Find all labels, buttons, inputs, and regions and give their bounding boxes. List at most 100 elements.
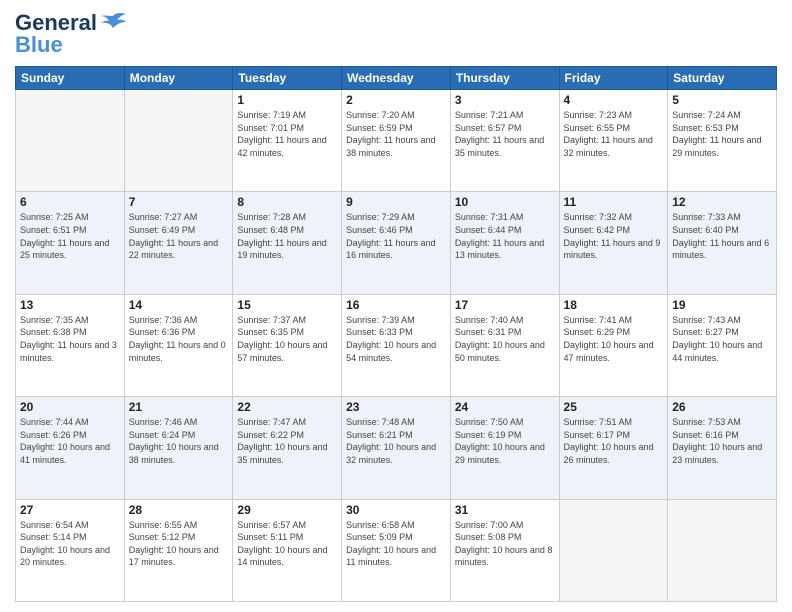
calendar-cell: 20 Sunrise: 7:44 AM Sunset: 6:26 PM Dayl… <box>16 397 125 499</box>
calendar-cell: 26 Sunrise: 7:53 AM Sunset: 6:16 PM Dayl… <box>668 397 777 499</box>
day-number: 29 <box>237 503 337 517</box>
day-detail: Sunrise: 7:21 AM Sunset: 6:57 PM Dayligh… <box>455 109 555 159</box>
calendar-cell: 2 Sunrise: 7:20 AM Sunset: 6:59 PM Dayli… <box>342 90 451 192</box>
calendar-cell: 10 Sunrise: 7:31 AM Sunset: 6:44 PM Dayl… <box>450 192 559 294</box>
day-number: 15 <box>237 298 337 312</box>
day-number: 27 <box>20 503 120 517</box>
day-detail: Sunrise: 7:35 AM Sunset: 6:38 PM Dayligh… <box>20 314 120 364</box>
calendar-cell: 1 Sunrise: 7:19 AM Sunset: 7:01 PM Dayli… <box>233 90 342 192</box>
day-detail: Sunrise: 7:37 AM Sunset: 6:35 PM Dayligh… <box>237 314 337 364</box>
calendar-week-row: 20 Sunrise: 7:44 AM Sunset: 6:26 PM Dayl… <box>16 397 777 499</box>
day-detail: Sunrise: 7:51 AM Sunset: 6:17 PM Dayligh… <box>564 416 664 466</box>
page: General Blue SundayMondayTuesdayWednesda… <box>0 0 792 612</box>
day-number: 20 <box>20 400 120 414</box>
day-detail: Sunrise: 7:23 AM Sunset: 6:55 PM Dayligh… <box>564 109 664 159</box>
calendar-cell: 22 Sunrise: 7:47 AM Sunset: 6:22 PM Dayl… <box>233 397 342 499</box>
calendar-table: SundayMondayTuesdayWednesdayThursdayFrid… <box>15 66 777 602</box>
day-detail: Sunrise: 7:48 AM Sunset: 6:21 PM Dayligh… <box>346 416 446 466</box>
weekday-header-sunday: Sunday <box>16 67 125 90</box>
day-number: 6 <box>20 195 120 209</box>
day-number: 22 <box>237 400 337 414</box>
day-number: 2 <box>346 93 446 107</box>
calendar-cell: 30 Sunrise: 6:58 AM Sunset: 5:09 PM Dayl… <box>342 499 451 601</box>
day-number: 28 <box>129 503 229 517</box>
day-number: 18 <box>564 298 664 312</box>
calendar-cell: 17 Sunrise: 7:40 AM Sunset: 6:31 PM Dayl… <box>450 294 559 396</box>
calendar-cell: 16 Sunrise: 7:39 AM Sunset: 6:33 PM Dayl… <box>342 294 451 396</box>
calendar-cell: 28 Sunrise: 6:55 AM Sunset: 5:12 PM Dayl… <box>124 499 233 601</box>
calendar-cell: 25 Sunrise: 7:51 AM Sunset: 6:17 PM Dayl… <box>559 397 668 499</box>
day-detail: Sunrise: 7:27 AM Sunset: 6:49 PM Dayligh… <box>129 211 229 261</box>
day-number: 16 <box>346 298 446 312</box>
day-number: 8 <box>237 195 337 209</box>
calendar-cell: 5 Sunrise: 7:24 AM Sunset: 6:53 PM Dayli… <box>668 90 777 192</box>
day-number: 19 <box>672 298 772 312</box>
day-detail: Sunrise: 7:50 AM Sunset: 6:19 PM Dayligh… <box>455 416 555 466</box>
weekday-header-wednesday: Wednesday <box>342 67 451 90</box>
day-number: 23 <box>346 400 446 414</box>
weekday-header-tuesday: Tuesday <box>233 67 342 90</box>
day-detail: Sunrise: 7:43 AM Sunset: 6:27 PM Dayligh… <box>672 314 772 364</box>
calendar-cell: 12 Sunrise: 7:33 AM Sunset: 6:40 PM Dayl… <box>668 192 777 294</box>
weekday-header-saturday: Saturday <box>668 67 777 90</box>
weekday-header-row: SundayMondayTuesdayWednesdayThursdayFrid… <box>16 67 777 90</box>
calendar-cell: 7 Sunrise: 7:27 AM Sunset: 6:49 PM Dayli… <box>124 192 233 294</box>
day-number: 1 <box>237 93 337 107</box>
day-detail: Sunrise: 7:20 AM Sunset: 6:59 PM Dayligh… <box>346 109 446 159</box>
day-detail: Sunrise: 7:29 AM Sunset: 6:46 PM Dayligh… <box>346 211 446 261</box>
day-number: 30 <box>346 503 446 517</box>
day-number: 13 <box>20 298 120 312</box>
calendar-cell: 9 Sunrise: 7:29 AM Sunset: 6:46 PM Dayli… <box>342 192 451 294</box>
day-detail: Sunrise: 7:33 AM Sunset: 6:40 PM Dayligh… <box>672 211 772 261</box>
day-detail: Sunrise: 7:00 AM Sunset: 5:08 PM Dayligh… <box>455 519 555 569</box>
calendar-cell: 19 Sunrise: 7:43 AM Sunset: 6:27 PM Dayl… <box>668 294 777 396</box>
calendar-cell: 11 Sunrise: 7:32 AM Sunset: 6:42 PM Dayl… <box>559 192 668 294</box>
day-detail: Sunrise: 7:46 AM Sunset: 6:24 PM Dayligh… <box>129 416 229 466</box>
calendar-cell: 29 Sunrise: 6:57 AM Sunset: 5:11 PM Dayl… <box>233 499 342 601</box>
day-number: 12 <box>672 195 772 209</box>
logo-bird-icon <box>99 12 127 34</box>
day-number: 5 <box>672 93 772 107</box>
day-detail: Sunrise: 7:19 AM Sunset: 7:01 PM Dayligh… <box>237 109 337 159</box>
calendar-cell: 31 Sunrise: 7:00 AM Sunset: 5:08 PM Dayl… <box>450 499 559 601</box>
day-number: 11 <box>564 195 664 209</box>
day-detail: Sunrise: 7:32 AM Sunset: 6:42 PM Dayligh… <box>564 211 664 261</box>
day-number: 4 <box>564 93 664 107</box>
day-detail: Sunrise: 7:39 AM Sunset: 6:33 PM Dayligh… <box>346 314 446 364</box>
day-detail: Sunrise: 7:44 AM Sunset: 6:26 PM Dayligh… <box>20 416 120 466</box>
day-detail: Sunrise: 7:28 AM Sunset: 6:48 PM Dayligh… <box>237 211 337 261</box>
calendar-cell <box>668 499 777 601</box>
weekday-header-thursday: Thursday <box>450 67 559 90</box>
calendar-cell: 21 Sunrise: 7:46 AM Sunset: 6:24 PM Dayl… <box>124 397 233 499</box>
day-number: 17 <box>455 298 555 312</box>
day-detail: Sunrise: 7:47 AM Sunset: 6:22 PM Dayligh… <box>237 416 337 466</box>
day-detail: Sunrise: 7:25 AM Sunset: 6:51 PM Dayligh… <box>20 211 120 261</box>
day-number: 3 <box>455 93 555 107</box>
calendar-cell: 15 Sunrise: 7:37 AM Sunset: 6:35 PM Dayl… <box>233 294 342 396</box>
day-number: 10 <box>455 195 555 209</box>
calendar-cell: 27 Sunrise: 6:54 AM Sunset: 5:14 PM Dayl… <box>16 499 125 601</box>
header: General Blue <box>15 10 777 58</box>
calendar-week-row: 13 Sunrise: 7:35 AM Sunset: 6:38 PM Dayl… <box>16 294 777 396</box>
day-detail: Sunrise: 6:57 AM Sunset: 5:11 PM Dayligh… <box>237 519 337 569</box>
day-detail: Sunrise: 7:40 AM Sunset: 6:31 PM Dayligh… <box>455 314 555 364</box>
day-number: 9 <box>346 195 446 209</box>
day-number: 25 <box>564 400 664 414</box>
day-detail: Sunrise: 6:54 AM Sunset: 5:14 PM Dayligh… <box>20 519 120 569</box>
calendar-cell: 24 Sunrise: 7:50 AM Sunset: 6:19 PM Dayl… <box>450 397 559 499</box>
calendar-cell: 13 Sunrise: 7:35 AM Sunset: 6:38 PM Dayl… <box>16 294 125 396</box>
day-detail: Sunrise: 7:41 AM Sunset: 6:29 PM Dayligh… <box>564 314 664 364</box>
calendar-cell <box>16 90 125 192</box>
calendar-cell: 18 Sunrise: 7:41 AM Sunset: 6:29 PM Dayl… <box>559 294 668 396</box>
calendar-cell: 3 Sunrise: 7:21 AM Sunset: 6:57 PM Dayli… <box>450 90 559 192</box>
calendar-week-row: 1 Sunrise: 7:19 AM Sunset: 7:01 PM Dayli… <box>16 90 777 192</box>
calendar-week-row: 6 Sunrise: 7:25 AM Sunset: 6:51 PM Dayli… <box>16 192 777 294</box>
day-detail: Sunrise: 7:36 AM Sunset: 6:36 PM Dayligh… <box>129 314 229 364</box>
day-detail: Sunrise: 6:58 AM Sunset: 5:09 PM Dayligh… <box>346 519 446 569</box>
calendar-cell: 23 Sunrise: 7:48 AM Sunset: 6:21 PM Dayl… <box>342 397 451 499</box>
weekday-header-monday: Monday <box>124 67 233 90</box>
logo: General Blue <box>15 10 127 58</box>
day-detail: Sunrise: 7:24 AM Sunset: 6:53 PM Dayligh… <box>672 109 772 159</box>
day-number: 31 <box>455 503 555 517</box>
day-detail: Sunrise: 6:55 AM Sunset: 5:12 PM Dayligh… <box>129 519 229 569</box>
